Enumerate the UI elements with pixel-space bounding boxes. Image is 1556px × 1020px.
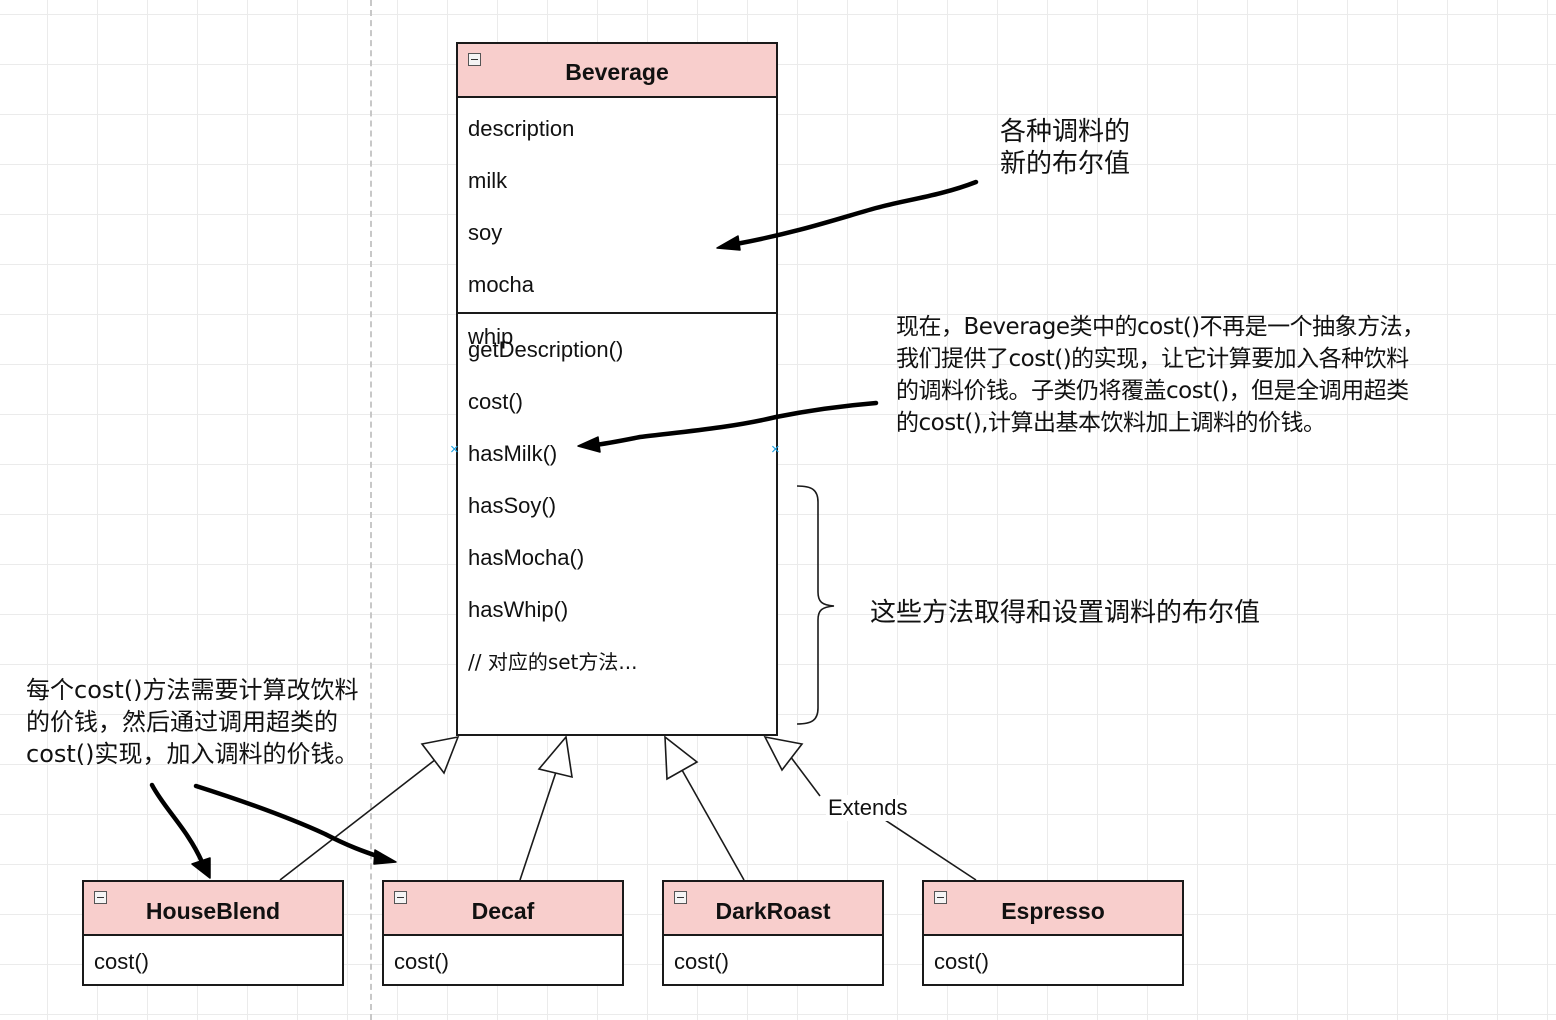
- espresso-class-name: Espresso: [1001, 898, 1105, 924]
- inheritance-arrowhead-icon: [664, 735, 699, 781]
- collapse-icon[interactable]: [468, 53, 481, 66]
- subclass-note: 每个cost()方法需要计算改饮料 的价钱，然后通过调用超类的 cost()实现…: [26, 674, 359, 770]
- inheritance-arrowhead-icon: [537, 735, 573, 779]
- attribute-description[interactable]: description: [458, 103, 776, 155]
- espresso-class-header[interactable]: Espresso: [924, 882, 1182, 936]
- attribute-soy[interactable]: soy: [458, 207, 776, 259]
- cost-note-line: 的调料价钱。子类仍将覆盖cost()，但是全调用超类: [896, 378, 1409, 404]
- connection-point-left-icon[interactable]: ×: [450, 442, 459, 457]
- decaf-method-cost[interactable]: cost(): [384, 936, 622, 986]
- subclass-note-line: 每个cost()方法需要计算改饮料: [26, 676, 359, 704]
- subclass-note-line: cost()实现，加入调料的价钱。: [26, 740, 359, 768]
- houseblend-class-header[interactable]: HouseBlend: [84, 882, 342, 936]
- beverage-methods: getDescription() cost() hasMilk() hasSoy…: [458, 312, 776, 688]
- espresso-class[interactable]: Espresso cost(): [922, 880, 1184, 986]
- espresso-method-cost[interactable]: cost(): [924, 936, 1182, 986]
- espresso-extends-edge[interactable]: [881, 817, 977, 881]
- beverage-class[interactable]: Beverage description milk soy mocha whip…: [456, 42, 778, 736]
- methods-note: 这些方法取得和设置调料的布尔值: [870, 598, 1261, 628]
- methods-brace: [796, 485, 835, 725]
- darkroast-method-cost[interactable]: cost(): [664, 936, 882, 986]
- darkroast-extends-edge[interactable]: [681, 769, 745, 881]
- inheritance-arrowhead-icon: [763, 735, 804, 772]
- method-has-whip[interactable]: hasWhip(): [458, 584, 776, 636]
- method-has-mocha[interactable]: hasMocha(): [458, 532, 776, 584]
- method-has-soy[interactable]: hasSoy(): [458, 480, 776, 532]
- collapse-icon[interactable]: [934, 891, 947, 904]
- extends-label[interactable]: Extends: [826, 795, 910, 821]
- beverage-class-name: Beverage: [565, 59, 669, 85]
- cost-note-line: 现在，Beverage类中的cost()不再是一个抽象方法，: [896, 314, 1425, 340]
- decaf-class[interactable]: Decaf cost(): [382, 880, 624, 986]
- collapse-icon[interactable]: [94, 891, 107, 904]
- decaf-class-name: Decaf: [471, 898, 535, 924]
- method-cost[interactable]: cost(): [458, 376, 776, 428]
- darkroast-class-name: DarkRoast: [715, 898, 831, 924]
- connection-point-right-icon[interactable]: ×: [771, 442, 780, 457]
- booleans-note: 各种调料的 新的布尔值: [1000, 116, 1130, 180]
- decaf-class-header[interactable]: Decaf: [384, 882, 622, 936]
- connector-layer: [149, 179, 979, 881]
- darkroast-class[interactable]: DarkRoast cost(): [662, 880, 884, 986]
- method-get-description[interactable]: getDescription(): [458, 324, 776, 376]
- collapse-icon[interactable]: [674, 891, 687, 904]
- espresso-extends-edge-upper[interactable]: [789, 755, 821, 797]
- cost-note-line: 我们提供了cost()的实现，让它计算要加入各种饮料: [896, 346, 1409, 372]
- beverage-attributes: description milk soy mocha whip: [458, 98, 776, 349]
- subclass-note-arrow-houseblend: [149, 782, 205, 865]
- subclass-note-line: 的价钱，然后通过调用超类的: [26, 708, 338, 736]
- method-has-milk[interactable]: hasMilk(): [458, 428, 776, 480]
- attribute-milk[interactable]: milk: [458, 155, 776, 207]
- collapse-icon[interactable]: [394, 891, 407, 904]
- attribute-mocha[interactable]: mocha: [458, 259, 776, 311]
- vertical-guide-line: [370, 0, 372, 1020]
- booleans-note-line: 各种调料的: [1000, 117, 1131, 147]
- decaf-extends-edge[interactable]: [519, 771, 557, 881]
- inheritance-arrowhead-icon: [420, 735, 460, 775]
- houseblend-method-cost[interactable]: cost(): [84, 936, 342, 986]
- houseblend-class[interactable]: HouseBlend cost(): [82, 880, 344, 986]
- arrowhead-icon: [191, 857, 211, 879]
- method-set-methods[interactable]: // 对应的set方法...: [458, 636, 776, 688]
- darkroast-class-header[interactable]: DarkRoast: [664, 882, 882, 936]
- houseblend-extends-edge[interactable]: [279, 755, 441, 881]
- cost-note: 现在，Beverage类中的cost()不再是一个抽象方法， 我们提供了cost…: [896, 311, 1425, 439]
- subclass-note-arrow-decaf: [193, 783, 383, 860]
- arrowhead-icon: [373, 849, 397, 865]
- cost-note-line: 的cost(),计算出基本饮料加上调料的价钱。: [896, 410, 1326, 436]
- houseblend-class-name: HouseBlend: [145, 898, 281, 924]
- booleans-note-line: 新的布尔值: [1000, 149, 1131, 179]
- beverage-class-header[interactable]: Beverage: [458, 44, 776, 98]
